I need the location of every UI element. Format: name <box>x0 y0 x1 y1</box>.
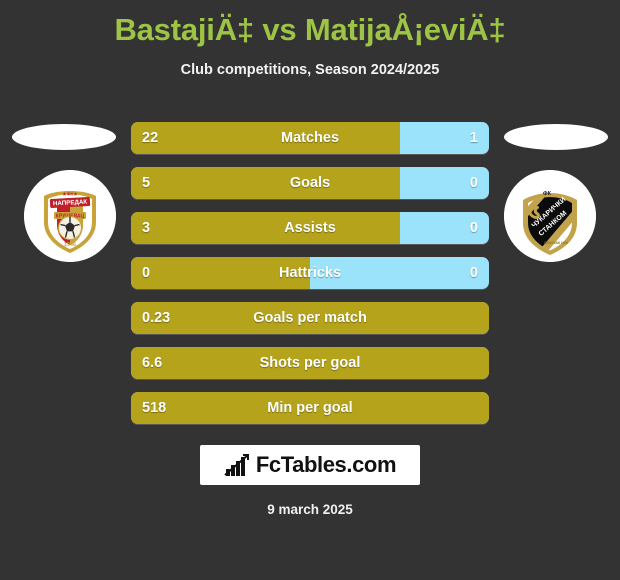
stat-row: 3 Assists 0 <box>131 212 489 244</box>
away-value: 0 <box>469 175 478 191</box>
stat-row: 22 Matches 1 <box>131 122 489 154</box>
stat-label: Assists <box>284 220 336 236</box>
stat-row: 518 Min per goal <box>131 392 489 424</box>
svg-text:★ФК★: ★ФК★ <box>63 192 79 197</box>
stat-label: Hattricks <box>278 265 342 281</box>
decorative-ellipse-left <box>12 124 116 150</box>
stat-label: Min per goal <box>267 400 353 416</box>
page-title: BastajiÄ‡ vs MatijaÅ¡eviÄ‡ <box>114 12 506 47</box>
svg-text:OSNOVAN 1926: OSNOVAN 1926 <box>544 241 568 245</box>
away-value: 0 <box>469 265 478 281</box>
stat-row: 6.6 Shots per goal <box>131 347 489 379</box>
page-subtitle: Club competitions, Season 2024/2025 <box>180 62 440 78</box>
stat-row: 5 Goals 0 <box>131 167 489 199</box>
stat-rows: 22 Matches 1 5 Goals 0 3 Assists 0 0 Hat… <box>131 122 489 437</box>
stat-label: Matches <box>280 130 340 146</box>
decorative-ellipse-right <box>504 124 608 150</box>
svg-text:1946: 1946 <box>64 242 76 248</box>
away-value: 1 <box>469 130 478 146</box>
away-team-badge: ЧУКАРИЧКИ СТАНКОМ ФК OSNOVAN 1926 <box>504 170 596 262</box>
away-value: 0 <box>469 220 478 236</box>
fctables-logo[interactable]: FcTables.com <box>200 445 420 485</box>
stat-comparison-card: BastajiÄ‡ vs MatijaÅ¡eviÄ‡ Club competit… <box>0 0 620 580</box>
bar-chart-icon <box>224 454 249 476</box>
generated-date: 9 march 2025 <box>267 502 353 517</box>
stat-row: 0 Hattricks 0 <box>131 257 489 289</box>
stat-label: Goals per match <box>253 310 367 326</box>
stat-label: Goals <box>289 175 331 191</box>
home-team-badge: НАПРЕДАК ★ФК★ КРУШЕВАЦ 1946 <box>24 170 116 262</box>
fctables-brand-text: FcTables.com <box>255 452 397 477</box>
stat-label: Shots per goal <box>259 355 361 371</box>
stat-row: 0.23 Goals per match <box>131 302 489 334</box>
svg-text:ФК: ФК <box>543 191 552 197</box>
